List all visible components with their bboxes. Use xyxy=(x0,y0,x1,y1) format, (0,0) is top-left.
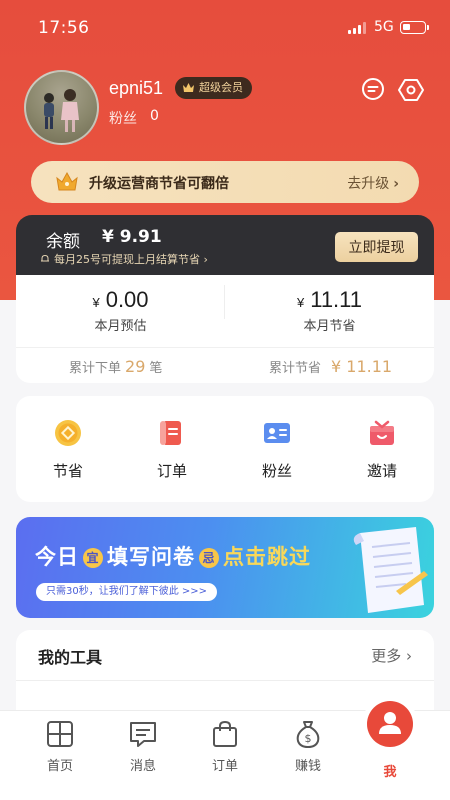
tab-home[interactable]: 首页 xyxy=(15,719,105,774)
estimate-stat[interactable]: ¥0.00 本月预估 xyxy=(16,287,225,334)
profile-icon xyxy=(367,701,413,747)
divider xyxy=(16,680,434,681)
tab-earn[interactable]: $ 赚钱 xyxy=(263,719,353,774)
tab-me[interactable]: 我 xyxy=(345,701,435,780)
total-orders-label: 累计下单 xyxy=(69,361,122,376)
withdraw-note[interactable]: 每月25号可提现上月结算节省 › xyxy=(40,251,208,267)
banner-title-part: 点击跳过 xyxy=(223,545,311,569)
status-bar: 17:56 5G xyxy=(0,0,450,58)
balance-label: 余额 xyxy=(46,232,80,252)
saved-value: 11.11 xyxy=(310,287,363,312)
total-saved[interactable]: 累计节省 ¥ 11.11 xyxy=(269,357,396,376)
quick-action-invite[interactable]: 邀请 xyxy=(330,418,434,481)
message-icon[interactable] xyxy=(361,77,385,101)
estimate-label: 本月预估 xyxy=(94,319,147,334)
gift-icon xyxy=(370,420,394,445)
balance-amount: ¥ 9.91 xyxy=(102,227,162,247)
balance-card: 余额 ¥ 9.91 每月25号可提现上月结算节省 › 立即提现 xyxy=(16,215,434,275)
banner-badge: 宜 xyxy=(83,548,103,568)
fans-card-icon xyxy=(264,423,290,443)
avatar-photo-figure xyxy=(61,89,79,132)
total-saved-value: ¥ 11.11 xyxy=(331,357,393,376)
banner-title-part: 今日 xyxy=(35,545,79,569)
order-icon xyxy=(160,421,181,445)
signal-icon xyxy=(348,22,368,34)
settings-icon[interactable] xyxy=(398,77,424,103)
quick-action-label: 节省 xyxy=(52,462,83,480)
username: epni51 xyxy=(109,78,164,98)
chevron-right-icon: › xyxy=(393,176,399,192)
upgrade-text: 升级运营商节省可翻倍 xyxy=(89,176,229,192)
tab-orders[interactable]: 订单 xyxy=(180,719,270,774)
currency-symbol: ¥ xyxy=(296,295,305,310)
fans-label: 粉丝 xyxy=(109,111,137,127)
total-saved-label: 累计节省 xyxy=(269,361,322,376)
bell-icon xyxy=(41,254,49,262)
home-grid-icon xyxy=(47,721,73,747)
quick-action-label: 订单 xyxy=(156,462,187,480)
upgrade-banner[interactable]: 升级运营商节省可翻倍 去升级 › xyxy=(31,161,419,203)
svg-text:$: $ xyxy=(305,732,312,745)
chevron-right-icon: › xyxy=(406,647,412,665)
banner-badge: 忌 xyxy=(199,548,219,568)
network-type: 5G xyxy=(374,19,394,35)
tab-label: 我 xyxy=(383,765,397,780)
tab-label: 赚钱 xyxy=(294,759,321,774)
survey-banner[interactable]: 今日宜填写问卷忌点击跳过 只需30秒，让我们了解下彼此 >>> xyxy=(16,517,434,618)
coin-icon xyxy=(55,420,81,446)
quick-action-fans[interactable]: 粉丝 xyxy=(225,418,329,481)
quick-actions: 节省 订单 粉丝 邀请 xyxy=(16,396,434,502)
withdraw-button[interactable]: 立即提现 xyxy=(335,232,418,262)
crown-icon xyxy=(183,83,194,92)
status-time: 17:56 xyxy=(38,18,90,38)
my-tools-section: 我的工具 更多 › xyxy=(16,630,434,710)
vip-badge[interactable]: 超级会员 xyxy=(175,77,252,99)
tools-title: 我的工具 xyxy=(38,648,103,667)
saved-label: 本月节省 xyxy=(303,319,356,334)
currency-symbol: ¥ xyxy=(92,295,100,310)
quick-action-save[interactable]: 节省 xyxy=(16,418,120,481)
crown-icon xyxy=(56,171,78,191)
tools-more-label: 更多 xyxy=(371,647,402,665)
person-glyph xyxy=(379,712,401,734)
total-orders-count: 29 xyxy=(125,357,146,376)
estimate-value: 0.00 xyxy=(105,287,149,312)
earnings-stats: ¥0.00 本月预估 ¥11.11 本月节省 累计下单 29 笔 累计节省 ¥ 11.… xyxy=(16,275,434,383)
withdraw-note-text: 每月25号可提现上月结算节省 xyxy=(54,253,200,266)
upgrade-link[interactable]: 去升级 › xyxy=(347,173,399,193)
banner-subtitle: 只需30秒，让我们了解下彼此 >>> xyxy=(36,583,218,601)
total-orders-unit: 笔 xyxy=(149,361,163,376)
quick-action-orders[interactable]: 订单 xyxy=(120,418,224,481)
avatar-photo-figure xyxy=(44,93,54,129)
banner-title: 今日宜填写问卷忌点击跳过 xyxy=(35,541,311,571)
tab-label: 首页 xyxy=(46,759,73,774)
battery-icon xyxy=(400,21,429,34)
divider xyxy=(16,347,434,348)
fans-count: 0 xyxy=(150,108,159,124)
banner-title-part: 填写问卷 xyxy=(107,545,195,569)
avatar[interactable] xyxy=(24,70,99,145)
money-bag-icon: $ xyxy=(296,721,320,748)
bag-icon xyxy=(213,720,237,747)
vip-badge-label: 超级会员 xyxy=(199,81,243,94)
quick-action-label: 粉丝 xyxy=(261,462,292,480)
tools-more-link[interactable]: 更多 › xyxy=(371,645,412,666)
tab-label: 订单 xyxy=(211,759,238,774)
questionnaire-illustration xyxy=(353,527,428,613)
saved-stat[interactable]: ¥11.11 本月节省 xyxy=(225,287,434,334)
message-icon xyxy=(130,722,156,747)
bottom-tab-bar: 首页 消息 订单 $ 赚钱 我 xyxy=(0,701,450,800)
quick-action-label: 邀请 xyxy=(366,462,397,480)
tab-label: 消息 xyxy=(129,759,156,774)
tab-messages[interactable]: 消息 xyxy=(98,719,188,774)
upgrade-link-label: 去升级 xyxy=(347,176,390,192)
total-orders[interactable]: 累计下单 29 笔 xyxy=(69,357,162,376)
